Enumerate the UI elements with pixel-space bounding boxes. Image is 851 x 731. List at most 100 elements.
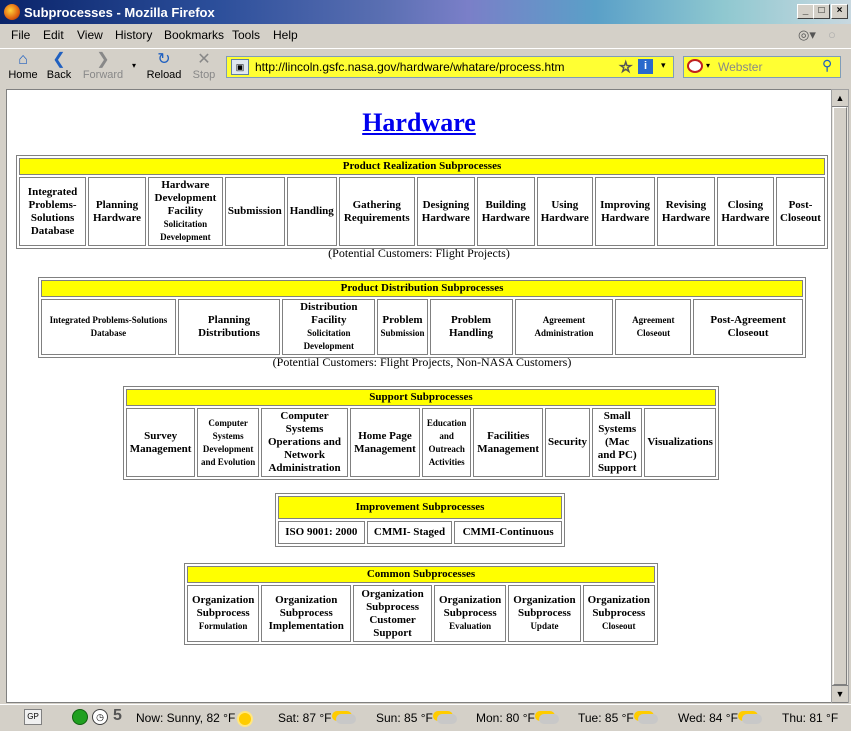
green-status-icon[interactable]	[72, 709, 88, 725]
weather-item[interactable]: Sat: 87 °F	[278, 711, 356, 725]
search-engine-dropdown-icon[interactable]: ▾	[706, 61, 710, 70]
back-label: Back	[46, 69, 72, 81]
distribution-table: Product Distribution Subprocesses Integr…	[38, 277, 806, 358]
realization-cell[interactable]: Post-Closeout	[776, 177, 825, 246]
common-cell[interactable]: Organization Subprocess Evaluation	[433, 585, 507, 642]
scroll-up-icon[interactable]: ▲	[832, 90, 848, 107]
weather-item[interactable]: Mon: 80 °F	[476, 711, 559, 725]
bookmark-star-icon[interactable]: ☆	[618, 58, 632, 77]
partly-cloudy-icon	[538, 713, 559, 724]
forward-button[interactable]: ❯ Forward	[80, 51, 126, 81]
search-bar[interactable]: ▾ Webster ⚲	[683, 56, 841, 78]
firefox-icon	[4, 4, 20, 20]
realization-note: (Potential Customers: Flight Projects)	[328, 246, 510, 260]
common-cell[interactable]: Organization Subprocess Customer Support	[353, 585, 432, 642]
realization-cell-label: Post-Closeout	[780, 198, 821, 224]
weather-label: Tue: 85 °F	[578, 711, 634, 725]
menu-file[interactable]: File	[11, 28, 30, 42]
support-cell[interactable]: Computer Systems Operations and Network …	[261, 408, 348, 477]
activity-icon[interactable]: ◎▾	[798, 27, 816, 43]
gp-badge[interactable]: GP	[24, 709, 42, 725]
support-cell-label: Security	[547, 436, 588, 448]
distribution-cell[interactable]: Planning Distributions	[177, 299, 281, 355]
back-button[interactable]: ❮ Back	[44, 51, 74, 81]
scroll-down-icon[interactable]: ▼	[832, 685, 848, 703]
realization-cell[interactable]: Closing Hardware	[716, 177, 774, 246]
menu-view[interactable]: View	[77, 28, 103, 42]
realization-cell[interactable]: Building Hardware	[476, 177, 535, 246]
realization-cell-label: Hardware Development Facility	[154, 179, 217, 217]
search-input[interactable]: Webster	[718, 60, 762, 74]
scroll-thumb[interactable]	[833, 107, 847, 685]
title-bar: Subprocesses - Mozilla Firefox _ □ ×	[0, 0, 851, 24]
close-button[interactable]: ×	[831, 4, 848, 19]
common-cell[interactable]: Organization Subprocess Update	[508, 585, 581, 642]
distribution-cell[interactable]: Post-Agreement Closeout	[693, 299, 803, 355]
improvement-cell[interactable]: CMMI- Staged	[366, 521, 453, 544]
distribution-cell[interactable]: Agreement Administration	[514, 299, 614, 355]
weather-item[interactable]: Now: Sunny, 82 °F	[136, 711, 252, 725]
realization-cell[interactable]: Hardware Development Facility Solicitatio…	[147, 177, 223, 246]
search-engine-icon[interactable]	[687, 59, 703, 73]
realization-cell[interactable]: Integrated Problems-Solutions Database	[19, 177, 87, 246]
support-cell[interactable]: Small Systems (Mac and PC) Support	[592, 408, 643, 477]
menu-history[interactable]: History	[115, 28, 152, 42]
info-icon[interactable]: i	[638, 59, 653, 74]
support-cell[interactable]: Visualizations	[644, 408, 716, 477]
realization-cell[interactable]: Designing Hardware	[416, 177, 475, 246]
history-dropdown-icon[interactable]: ▾	[132, 61, 136, 70]
distribution-cell[interactable]: Agreement Closeout	[615, 299, 692, 355]
stop-button[interactable]: ✕ Stop	[190, 51, 218, 81]
menu-bookmarks[interactable]: Bookmarks	[164, 28, 224, 42]
clock-icon[interactable]: ◷	[92, 709, 108, 725]
menu-tools[interactable]: Tools	[232, 28, 260, 42]
home-label: Home	[8, 69, 38, 81]
realization-cell[interactable]: Submission	[224, 177, 285, 246]
distribution-cell-sublabel: Solicitation Development	[303, 328, 355, 351]
common-cell[interactable]: Organization Subprocess Implementation	[261, 585, 352, 642]
menu-edit[interactable]: Edit	[43, 28, 64, 42]
common-cell[interactable]: Organization Subprocess Closeout	[582, 585, 655, 642]
distribution-cell[interactable]: Problem Submission	[377, 299, 428, 355]
distribution-cell-label: Distribution Facility	[300, 301, 358, 326]
support-cell[interactable]: Computer Systems Development and Evoluti…	[197, 408, 260, 477]
realization-cell[interactable]: Revising Hardware	[657, 177, 715, 246]
search-go-icon[interactable]: ⚲	[822, 57, 832, 74]
improvement-cell[interactable]: ISO 9001: 2000	[278, 521, 365, 544]
minimize-button[interactable]: _	[797, 4, 814, 19]
support-header: Support Subprocesses	[126, 389, 716, 406]
weather-item[interactable]: Tue: 85 °F	[578, 711, 658, 725]
distribution-cell-sublabel: Integrated Problems-Solutions Database	[49, 315, 168, 338]
distribution-cell[interactable]: Problem Handling	[429, 299, 513, 355]
support-cell[interactable]: Security	[544, 408, 591, 477]
support-cell[interactable]: Survey Management	[126, 408, 196, 477]
page-title[interactable]: Hardware	[7, 108, 831, 138]
support-cell-label: Visualizations	[647, 436, 713, 448]
realization-cell[interactable]: Improving Hardware	[595, 177, 656, 246]
support-cell-label: Small Systems (Mac and PC) Support	[597, 410, 637, 474]
weather-item[interactable]: Thu: 81 °F	[782, 711, 838, 725]
weather-item[interactable]: Wed: 84 °F	[678, 711, 762, 725]
distribution-cell[interactable]: Integrated Problems-Solutions Database	[41, 299, 176, 355]
vertical-scrollbar[interactable]: ▲ ▼	[831, 89, 849, 703]
improvement-cell[interactable]: CMMI-Continuous	[454, 521, 562, 544]
distribution-cell[interactable]: Distribution Facility Solicitation Develo…	[282, 299, 376, 355]
weather-item[interactable]: Sun: 85 °F	[376, 711, 457, 725]
support-cell[interactable]: Education and Outreach Activities	[422, 408, 472, 477]
realization-cell[interactable]: Using Hardware	[536, 177, 594, 246]
url-dropdown-icon[interactable]: ▾	[661, 60, 666, 71]
realization-cell[interactable]: Handling	[286, 177, 337, 246]
realization-cell[interactable]: Planning Hardware	[88, 177, 146, 246]
maximize-button[interactable]: □	[813, 4, 830, 19]
common-cell-label: Organization Subprocess	[191, 594, 255, 620]
realization-cell[interactable]: Gathering Requirements	[338, 177, 415, 246]
support-cell[interactable]: Home Page Management	[349, 408, 420, 477]
support-cell[interactable]: Facilities Management	[473, 408, 543, 477]
reload-button[interactable]: ↻ Reload	[144, 51, 184, 81]
url-bar[interactable]: ▣ http://lincoln.gsfc.nasa.gov/hardware/…	[226, 56, 674, 78]
common-cell[interactable]: Organization Subprocess Formulation	[187, 585, 260, 642]
menu-help[interactable]: Help	[273, 28, 298, 42]
support-cell-label: Home Page Management	[354, 429, 416, 455]
common-cell-sublabel: Closeout	[602, 621, 636, 632]
home-button[interactable]: ⌂ Home	[6, 51, 40, 81]
